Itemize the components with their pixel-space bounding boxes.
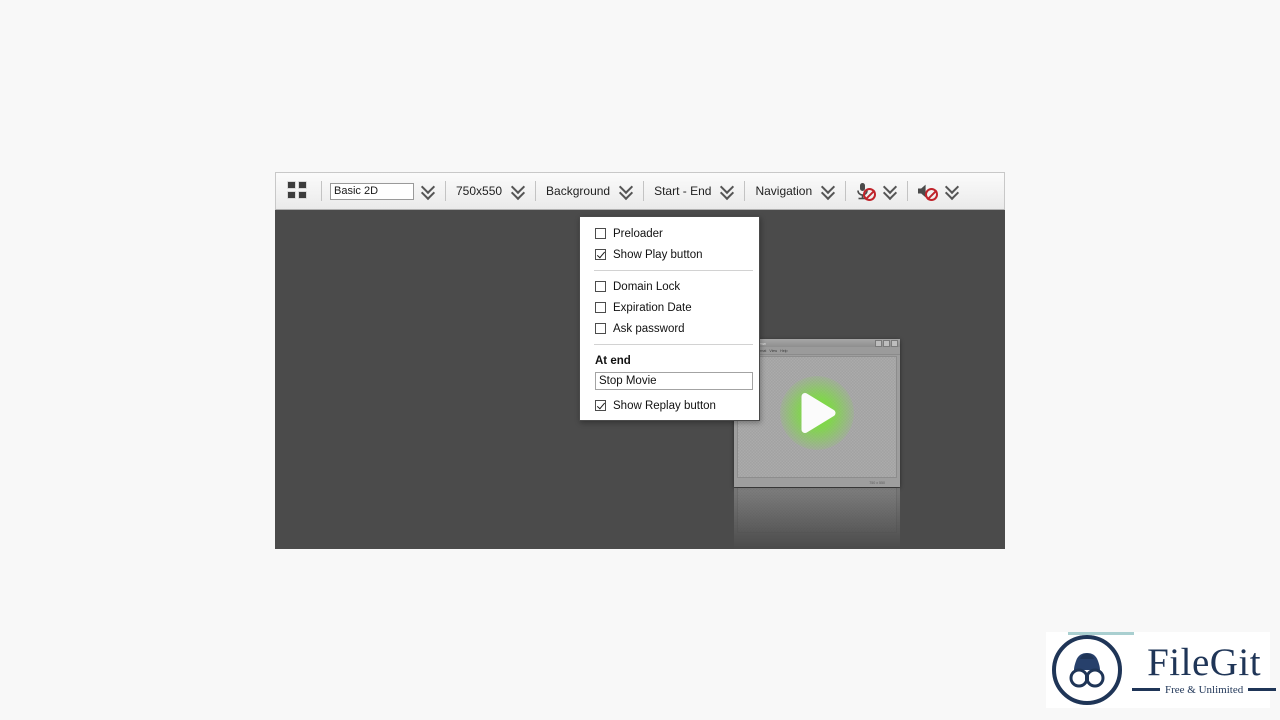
option-label: Show Play button [613,248,703,261]
option-show-play-button[interactable]: Show Play button [580,244,759,265]
domain-lock-checkbox[interactable] [595,281,606,292]
close-icon [891,339,898,347]
option-preloader[interactable]: Preloader [580,223,759,244]
show-replay-button-checkbox[interactable] [595,400,606,411]
tagline-dash-left [1132,688,1160,692]
microphone-group [854,173,899,209]
option-label: Ask password [613,322,685,335]
toolbar-divider [535,181,537,201]
movie-options-dropdown: Preloader Show Play button Domain Lock E… [579,216,760,421]
template-group: Basic 2D [330,173,437,209]
speaker-disabled-icon[interactable] [916,180,939,202]
movie-size-chevron-down-icon[interactable] [511,181,525,201]
preview-window-controls [875,339,898,347]
microphone-disabled-icon[interactable] [854,180,877,202]
movie-size-label: 750x550 [456,184,503,198]
filegit-watermark: FileGit Free & Unlimited [1046,632,1277,708]
preview-status-text: 750 x 550 [869,480,885,485]
microphone-chevron-down-icon[interactable] [883,181,897,201]
preview-reflection: 750 x 550 [734,488,900,549]
toolbar-divider [744,181,746,201]
watermark-tagline: Free & Unlimited [1165,683,1244,696]
reflection-mirror: 750 x 550 [734,488,900,549]
grid-cell [298,191,307,199]
navigation-label: Navigation [755,184,813,198]
start-end-chevron-down-icon[interactable] [720,181,734,201]
toolbar-divider [845,181,847,201]
watermark-tagline-row: Free & Unlimited [1132,683,1277,696]
editor-toolbar: Basic 2D 750x550 Background Start - End [275,172,1005,210]
start-end-group: Start - End [652,173,736,209]
preloader-checkbox[interactable] [595,228,606,239]
grid-view-icon[interactable] [287,181,309,201]
start-end-label: Start - End [654,184,712,198]
toolbar-divider [907,181,909,201]
at-end-select[interactable]: Stop Movie [595,372,753,390]
speaker-group [916,173,961,209]
grid-cell [298,181,307,189]
option-label: Domain Lock [613,280,681,293]
show-play-button-checkbox[interactable] [595,249,606,260]
at-end-heading: At end [595,354,631,367]
grid-cell [287,191,296,199]
grid-cell [287,181,296,189]
background-chevron-down-icon[interactable] [619,181,633,201]
watermark-text: FileGit Free & Unlimited [1132,641,1277,696]
option-label: Show Replay button [613,399,716,412]
play-button-icon[interactable] [780,376,854,450]
reflection-window: 750 x 550 [734,488,900,549]
screen: Basic 2D 750x550 Background Start - End [0,0,1280,720]
speaker-chevron-down-icon[interactable] [945,181,959,201]
background-label: Background [546,184,611,198]
option-label: Expiration Date [613,301,692,314]
template-input[interactable]: Basic 2D [330,182,414,200]
template-dropdown-chevron-down-icon[interactable] [421,181,435,201]
movie-size-group: 750x550 [454,173,527,209]
option-show-replay-button[interactable]: Show Replay button [580,395,759,416]
at-end-field-wrap: Stop Movie [580,372,759,390]
watermark-brand-name: FileGit [1147,641,1262,685]
toolbar-divider [643,181,645,201]
reflection-stage [737,488,897,533]
preview-menu-item: Help [780,348,788,353]
binoculars-icon [1052,635,1122,705]
dropdown-divider [594,344,753,345]
ask-password-checkbox[interactable] [595,323,606,334]
option-expiration-date[interactable]: Expiration Date [580,297,759,318]
preview-statusbar: 750 x 550 [737,479,897,486]
preview-menu-item: View [769,348,778,353]
toolbar-divider [321,181,322,201]
minimize-icon [875,339,882,347]
navigation-group: Navigation [753,173,837,209]
option-label: Preloader [613,227,663,240]
background-group: Background [544,173,635,209]
toolbar-divider [445,181,446,201]
option-domain-lock[interactable]: Domain Lock [580,276,759,297]
dropdown-divider [594,270,753,271]
expiration-date-checkbox[interactable] [595,302,606,313]
tagline-dash-right [1248,688,1277,692]
option-ask-password[interactable]: Ask password [580,318,759,339]
navigation-chevron-down-icon[interactable] [821,181,835,201]
maximize-icon [883,339,890,347]
